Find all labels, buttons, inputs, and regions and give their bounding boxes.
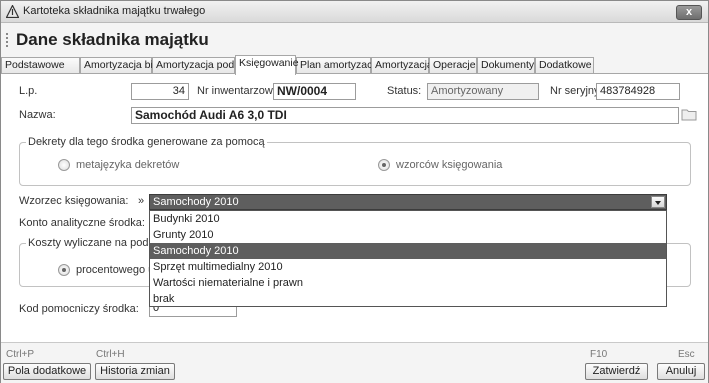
decrees-group: Dekrety dla tego środka generowane za po… [19, 136, 691, 186]
status-field: Amortyzowany [427, 83, 539, 100]
history-shortcut: Ctrl+H [96, 349, 125, 360]
costs-group-title: Koszty wyliczane na podst [26, 237, 160, 249]
account-label: Konto analityczne środka: [19, 217, 145, 229]
confirm-button[interactable]: Zatwierdź [585, 363, 648, 380]
aux-code-label: Kod pomocniczy środka: [19, 303, 139, 315]
templates-label: wzorców księgowania [396, 159, 503, 171]
template-label: Wzorzec księgowania: [19, 195, 129, 207]
folder-icon[interactable] [681, 108, 697, 121]
cancel-shortcut: Esc [678, 349, 695, 360]
percent-radio[interactable] [58, 264, 70, 276]
window-title: Kartoteka składnika majątku trwałego [23, 5, 206, 17]
tab-amortyzacja-pod[interactable]: Amortyzacja pod. [152, 57, 237, 74]
tab-amortyzacja-bil[interactable]: Amortyzacja bil. [80, 57, 158, 74]
title-bar: Kartoteka składnika majątku trwałego x [1, 1, 708, 23]
dropdown-option-selected[interactable]: Samochody 2010 [150, 243, 666, 259]
dropdown-option[interactable]: brak [150, 291, 666, 307]
dropdown-option[interactable]: Grunty 2010 [150, 227, 666, 243]
confirm-shortcut: F10 [590, 349, 608, 360]
footer-bar: Ctrl+P Ctrl+H F10 Esc Pola dodatkowe His… [1, 346, 708, 383]
tab-plan-amortyzacji[interactable]: Plan amortyzacji [296, 57, 377, 74]
chevron-down-icon[interactable] [651, 196, 665, 208]
dropdown-option[interactable]: Budynki 2010 [150, 211, 666, 227]
tab-dokumenty[interactable]: Dokumenty [477, 57, 535, 74]
page-title: Dane składnika majątku [16, 30, 209, 49]
lp-label: L.p. [19, 85, 38, 97]
name-field[interactable]: Samochód Audi A6 3,0 TDI [131, 107, 679, 124]
history-button[interactable]: Historia zmian [95, 363, 175, 380]
metalanguage-label: metajęzyka dekretów [76, 159, 180, 171]
posting-template-value: Samochody 2010 [153, 196, 239, 208]
arrow-icon: » [138, 195, 145, 207]
lp-field[interactable]: 34 [131, 83, 189, 100]
inventory-field[interactable]: NW/0004 [273, 83, 356, 100]
cancel-button[interactable]: Anuluj [657, 363, 705, 380]
dropdown-option[interactable]: Sprzęt multimedialny 2010 [150, 259, 666, 275]
name-label: Nazwa: [19, 109, 56, 121]
tab-dodatkowe[interactable]: Dodatkowe [535, 57, 594, 74]
close-button[interactable]: x [676, 5, 702, 20]
metalanguage-radio[interactable] [58, 159, 70, 171]
status-label: Status: [387, 85, 422, 97]
tab-ksiegowanie[interactable]: Księgowanie [235, 55, 299, 75]
templates-radio[interactable] [378, 159, 390, 171]
tab-bar: Podstawowe Amortyzacja bil. Amortyzacja … [1, 55, 708, 75]
serial-label: Nr seryjny: [550, 85, 603, 97]
dropdown-option[interactable]: Wartości niematerialne i prawn [150, 275, 666, 291]
tab-podstawowe[interactable]: Podstawowe [1, 57, 80, 74]
extra-fields-shortcut: Ctrl+P [6, 349, 35, 360]
serial-field[interactable]: 483784928 [596, 83, 680, 100]
tab-operacje[interactable]: Operacje [429, 57, 477, 74]
posting-template-select[interactable]: Samochody 2010 [149, 194, 667, 210]
grip-icon [6, 33, 8, 47]
posting-template-dropdown: Budynki 2010 Grunty 2010 Samochody 2010 … [149, 210, 667, 307]
tab-amortyzacja[interactable]: Amortyzacja [371, 57, 433, 74]
decrees-group-title: Dekrety dla tego środka generowane za po… [26, 136, 267, 148]
app-logo-icon [6, 5, 19, 18]
page-header: Dane składnika majątku [1, 24, 708, 55]
asset-card-window: Kartoteka składnika majątku trwałego x D… [0, 0, 709, 383]
extra-fields-button[interactable]: Pola dodatkowe [3, 363, 91, 380]
inventory-label: Nr inwentarzowy [197, 85, 279, 97]
